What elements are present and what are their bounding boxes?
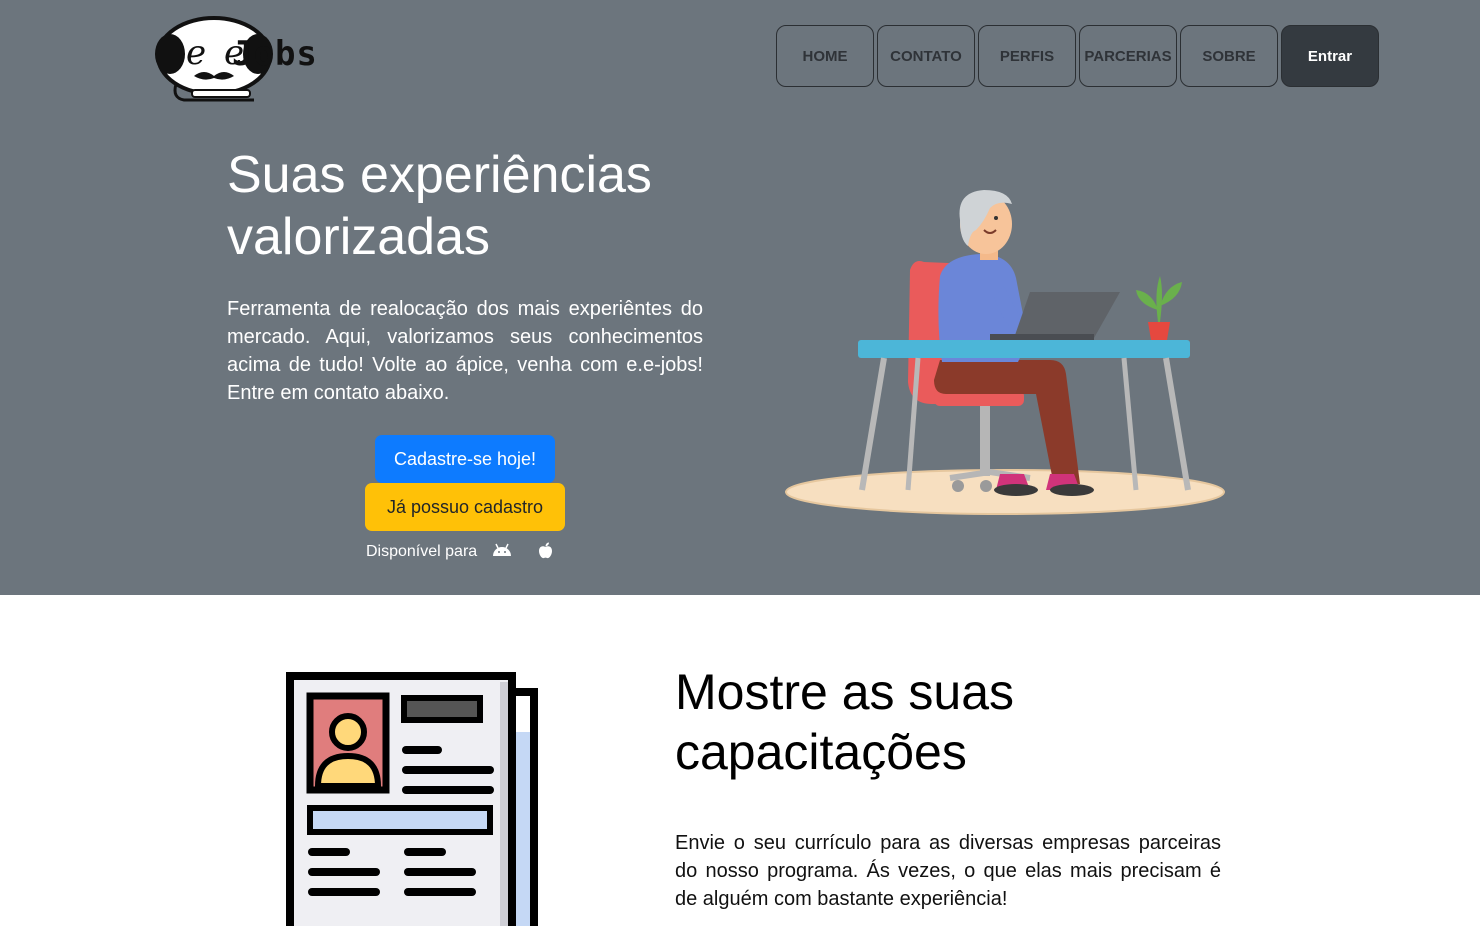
nav-perfis-button[interactable]: PERFIS [978,25,1076,87]
nav-parcerias-button[interactable]: PARCERIAS [1079,25,1177,87]
section-description: Envie o seu currículo para as diversas e… [675,832,1221,910]
entrar-button[interactable]: Entrar [1281,25,1379,87]
apple-icon[interactable] [538,542,553,559]
hero-title: Suas experiências valorizadas [227,146,652,266]
signup-button[interactable]: Cadastre-se hoje! [375,435,555,483]
main-nav: HOME CONTATO PERFIS PARCERIAS SOBRE Entr… [776,25,1379,87]
svg-text:e: e [186,33,206,73]
hero-section: e e Jobs HOME CONTATO PERFIS PARCERIAS S… [0,0,1480,595]
brand-name[interactable]: Jobs [232,34,318,74]
section-title: Mostre as suas capacitações [675,664,1015,780]
nav-home-button[interactable]: HOME [776,25,874,87]
existing-account-button[interactable]: Já possuo cadastro [365,483,565,531]
nav-contato-button[interactable]: CONTATO [877,25,975,87]
available-label: Disponível para [366,543,478,560]
man-at-desk-illustration [785,190,1225,515]
android-icon[interactable] [492,543,512,557]
resume-document-icon [286,672,538,926]
nav-sobre-button[interactable]: SOBRE [1180,25,1278,87]
hero-description: Ferramenta de realocação dos mais experi… [227,298,703,404]
